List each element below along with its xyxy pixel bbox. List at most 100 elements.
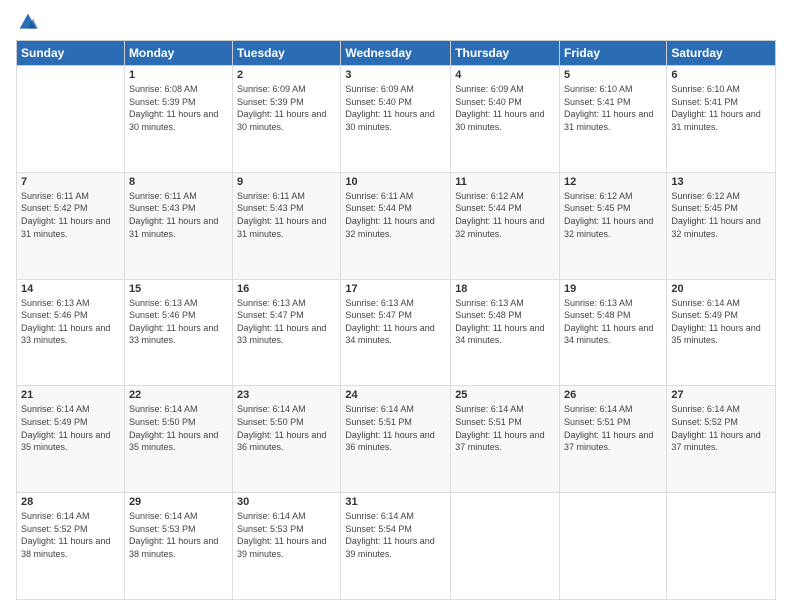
- day-cell: 17 Sunrise: 6:13 AMSunset: 5:47 PMDayligh…: [341, 279, 451, 386]
- week-row-3: 14 Sunrise: 6:13 AMSunset: 5:46 PMDayligh…: [17, 279, 776, 386]
- day-info: Sunrise: 6:09 AMSunset: 5:39 PMDaylight:…: [237, 83, 336, 133]
- col-header-monday: Monday: [124, 41, 232, 66]
- day-info: Sunrise: 6:10 AMSunset: 5:41 PMDaylight:…: [564, 83, 662, 133]
- day-cell: 19 Sunrise: 6:13 AMSunset: 5:48 PMDayligh…: [560, 279, 667, 386]
- day-cell: 13 Sunrise: 6:12 AMSunset: 5:45 PMDayligh…: [667, 172, 776, 279]
- day-number: 25: [455, 389, 555, 401]
- col-header-sunday: Sunday: [17, 41, 125, 66]
- day-cell: 5 Sunrise: 6:10 AMSunset: 5:41 PMDaylight…: [560, 66, 667, 173]
- day-number: 18: [455, 283, 555, 295]
- day-info: Sunrise: 6:13 AMSunset: 5:48 PMDaylight:…: [455, 297, 555, 347]
- day-number: 19: [564, 283, 662, 295]
- day-cell: 18 Sunrise: 6:13 AMSunset: 5:48 PMDayligh…: [451, 279, 560, 386]
- day-cell: 24 Sunrise: 6:14 AMSunset: 5:51 PMDayligh…: [341, 386, 451, 493]
- day-info: Sunrise: 6:14 AMSunset: 5:54 PMDaylight:…: [345, 510, 446, 560]
- day-number: 1: [129, 69, 228, 81]
- day-cell: 30 Sunrise: 6:14 AMSunset: 5:53 PMDayligh…: [233, 493, 341, 600]
- day-number: 17: [345, 283, 446, 295]
- day-number: 5: [564, 69, 662, 81]
- day-cell: 7 Sunrise: 6:11 AMSunset: 5:42 PMDaylight…: [17, 172, 125, 279]
- logo: [16, 12, 38, 32]
- day-info: Sunrise: 6:14 AMSunset: 5:53 PMDaylight:…: [237, 510, 336, 560]
- day-info: Sunrise: 6:14 AMSunset: 5:50 PMDaylight:…: [129, 403, 228, 453]
- day-number: 15: [129, 283, 228, 295]
- day-cell: 4 Sunrise: 6:09 AMSunset: 5:40 PMDaylight…: [451, 66, 560, 173]
- day-number: 29: [129, 496, 228, 508]
- day-number: 28: [21, 496, 120, 508]
- day-info: Sunrise: 6:14 AMSunset: 5:51 PMDaylight:…: [564, 403, 662, 453]
- day-number: 6: [671, 69, 771, 81]
- day-info: Sunrise: 6:14 AMSunset: 5:49 PMDaylight:…: [671, 297, 771, 347]
- col-header-tuesday: Tuesday: [233, 41, 341, 66]
- day-cell: 1Sunrise: 6:08 AMSunset: 5:39 PMDaylight…: [124, 66, 232, 173]
- day-info: Sunrise: 6:12 AMSunset: 5:44 PMDaylight:…: [455, 190, 555, 240]
- day-cell: 14 Sunrise: 6:13 AMSunset: 5:46 PMDayligh…: [17, 279, 125, 386]
- day-info: Sunrise: 6:12 AMSunset: 5:45 PMDaylight:…: [671, 190, 771, 240]
- day-info: Sunrise: 6:11 AMSunset: 5:42 PMDaylight:…: [21, 190, 120, 240]
- day-cell: 23 Sunrise: 6:14 AMSunset: 5:50 PMDayligh…: [233, 386, 341, 493]
- day-info: Sunrise: 6:11 AMSunset: 5:44 PMDaylight:…: [345, 190, 446, 240]
- day-number: 14: [21, 283, 120, 295]
- day-info: Sunrise: 6:11 AMSunset: 5:43 PMDaylight:…: [237, 190, 336, 240]
- day-cell: 8 Sunrise: 6:11 AMSunset: 5:43 PMDaylight…: [124, 172, 232, 279]
- day-info: Sunrise: 6:12 AMSunset: 5:45 PMDaylight:…: [564, 190, 662, 240]
- day-info: Sunrise: 6:14 AMSunset: 5:52 PMDaylight:…: [671, 403, 771, 453]
- calendar-table: SundayMondayTuesdayWednesdayThursdayFrid…: [16, 40, 776, 600]
- day-info: Sunrise: 6:11 AMSunset: 5:43 PMDaylight:…: [129, 190, 228, 240]
- day-number: 9: [237, 176, 336, 188]
- day-info: Sunrise: 6:13 AMSunset: 5:47 PMDaylight:…: [345, 297, 446, 347]
- day-number: 23: [237, 389, 336, 401]
- day-cell: 9 Sunrise: 6:11 AMSunset: 5:43 PMDaylight…: [233, 172, 341, 279]
- day-number: 10: [345, 176, 446, 188]
- day-number: 21: [21, 389, 120, 401]
- header: [16, 12, 776, 32]
- day-number: 4: [455, 69, 555, 81]
- week-row-2: 7 Sunrise: 6:11 AMSunset: 5:42 PMDaylight…: [17, 172, 776, 279]
- day-number: 12: [564, 176, 662, 188]
- col-header-thursday: Thursday: [451, 41, 560, 66]
- day-number: 24: [345, 389, 446, 401]
- day-info: Sunrise: 6:14 AMSunset: 5:53 PMDaylight:…: [129, 510, 228, 560]
- day-number: 22: [129, 389, 228, 401]
- day-cell: [17, 66, 125, 173]
- day-info: Sunrise: 6:13 AMSunset: 5:47 PMDaylight:…: [237, 297, 336, 347]
- day-number: 8: [129, 176, 228, 188]
- day-cell: 2 Sunrise: 6:09 AMSunset: 5:39 PMDaylight…: [233, 66, 341, 173]
- day-number: 16: [237, 283, 336, 295]
- day-info: Sunrise: 6:13 AMSunset: 5:48 PMDaylight:…: [564, 297, 662, 347]
- day-cell: 15Sunrise: 6:13 AMSunset: 5:46 PMDayligh…: [124, 279, 232, 386]
- day-number: 13: [671, 176, 771, 188]
- day-cell: 3Sunrise: 6:09 AMSunset: 5:40 PMDaylight…: [341, 66, 451, 173]
- week-row-4: 21Sunrise: 6:14 AMSunset: 5:49 PMDayligh…: [17, 386, 776, 493]
- day-info: Sunrise: 6:09 AMSunset: 5:40 PMDaylight:…: [455, 83, 555, 133]
- day-number: 26: [564, 389, 662, 401]
- day-number: 7: [21, 176, 120, 188]
- logo-icon: [18, 12, 38, 32]
- day-cell: 25Sunrise: 6:14 AMSunset: 5:51 PMDayligh…: [451, 386, 560, 493]
- day-number: 27: [671, 389, 771, 401]
- day-cell: 6Sunrise: 6:10 AMSunset: 5:41 PMDaylight…: [667, 66, 776, 173]
- day-info: Sunrise: 6:09 AMSunset: 5:40 PMDaylight:…: [345, 83, 446, 133]
- day-cell: 21Sunrise: 6:14 AMSunset: 5:49 PMDayligh…: [17, 386, 125, 493]
- page: SundayMondayTuesdayWednesdayThursdayFrid…: [0, 0, 792, 612]
- day-cell: 16 Sunrise: 6:13 AMSunset: 5:47 PMDayligh…: [233, 279, 341, 386]
- day-cell: 20Sunrise: 6:14 AMSunset: 5:49 PMDayligh…: [667, 279, 776, 386]
- day-number: 31: [345, 496, 446, 508]
- header-row: SundayMondayTuesdayWednesdayThursdayFrid…: [17, 41, 776, 66]
- day-cell: 12 Sunrise: 6:12 AMSunset: 5:45 PMDayligh…: [560, 172, 667, 279]
- day-info: Sunrise: 6:14 AMSunset: 5:51 PMDaylight:…: [345, 403, 446, 453]
- day-number: 30: [237, 496, 336, 508]
- week-row-1: 1Sunrise: 6:08 AMSunset: 5:39 PMDaylight…: [17, 66, 776, 173]
- day-cell: [560, 493, 667, 600]
- day-info: Sunrise: 6:14 AMSunset: 5:52 PMDaylight:…: [21, 510, 120, 560]
- day-cell: 26 Sunrise: 6:14 AMSunset: 5:51 PMDayligh…: [560, 386, 667, 493]
- day-cell: [451, 493, 560, 600]
- col-header-wednesday: Wednesday: [341, 41, 451, 66]
- day-cell: 22 Sunrise: 6:14 AMSunset: 5:50 PMDayligh…: [124, 386, 232, 493]
- day-info: Sunrise: 6:14 AMSunset: 5:50 PMDaylight:…: [237, 403, 336, 453]
- col-header-saturday: Saturday: [667, 41, 776, 66]
- day-number: 2: [237, 69, 336, 81]
- week-row-5: 28 Sunrise: 6:14 AMSunset: 5:52 PMDayligh…: [17, 493, 776, 600]
- day-number: 11: [455, 176, 555, 188]
- day-info: Sunrise: 6:13 AMSunset: 5:46 PMDaylight:…: [21, 297, 120, 347]
